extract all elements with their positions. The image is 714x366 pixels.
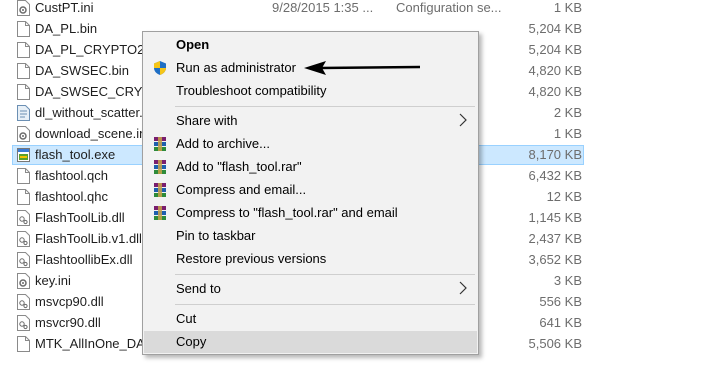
chevron-right-icon	[459, 281, 467, 295]
file-name: FlashtoollibEx.dll	[35, 252, 133, 267]
menu-item-compress-and-email[interactable]: Compress and email...	[144, 179, 477, 201]
file-size: 556 KB	[539, 294, 582, 309]
file-name: flashtool.qhc	[35, 189, 108, 204]
file-icon	[17, 189, 30, 205]
file-size: 5,204 KB	[528, 21, 583, 36]
menu-item-restore-previous-versions[interactable]: Restore previous versions	[144, 248, 477, 270]
menu-item-troubleshoot-compatibility[interactable]: Troubleshoot compatibility	[144, 80, 477, 102]
file-icon	[17, 336, 30, 352]
file-size: 6,432 KB	[528, 168, 583, 183]
menu-item-pin-to-taskbar[interactable]: Pin to taskbar	[144, 225, 477, 247]
file-size: 1,145 KB	[528, 210, 583, 225]
settings-file-icon	[17, 126, 30, 142]
file-icon	[17, 168, 30, 184]
uac-shield-icon	[154, 61, 166, 75]
winrar-icon	[154, 206, 166, 220]
file-icon	[17, 84, 30, 100]
settings-file-icon	[17, 273, 30, 289]
file-size: 3,652 KB	[528, 252, 583, 267]
file-icon	[17, 63, 30, 79]
file-name: key.ini	[35, 273, 71, 288]
annotation-arrow-icon	[304, 61, 421, 75]
file-size: 1 KB	[553, 126, 582, 141]
file-name: DA_SWSEC.bin	[35, 63, 129, 78]
menu-label-restore-previous-versions: Restore previous versions	[176, 251, 327, 266]
file-row[interactable]: CustPT.ini 9/28/2015 1:35 ... Configuratio…	[0, 0, 714, 19]
file-size: 1 KB	[553, 0, 582, 15]
menu-label-run-as-administrator: Run as administrator	[176, 60, 296, 75]
menu-label-compress-and-email: Compress and email...	[176, 182, 307, 197]
menu-label-add-to-archive: Add to archive...	[176, 136, 270, 151]
menu-item-open[interactable]: Open	[144, 34, 477, 56]
menu-item-send-to[interactable]: Send to	[144, 278, 477, 300]
menu-separator	[175, 106, 475, 107]
file-name: FlashToolLib.v1.dll	[35, 231, 142, 246]
file-name: msvcr90.dll	[35, 315, 101, 330]
dll-file-icon	[17, 315, 30, 331]
file-size: 12 KB	[546, 189, 582, 204]
menu-item-add-to-rar[interactable]: Add to "flash_tool.rar"	[144, 156, 477, 178]
menu-separator	[175, 304, 475, 305]
menu-label-pin-to-taskbar: Pin to taskbar	[176, 228, 256, 243]
script-file-icon	[17, 105, 30, 121]
menu-label-open: Open	[176, 37, 210, 52]
menu-label-copy: Copy	[176, 334, 207, 349]
dll-file-icon	[17, 231, 30, 247]
file-size: 4,820 KB	[528, 63, 583, 78]
chevron-right-icon	[459, 113, 467, 127]
file-size: 3 KB	[553, 273, 582, 288]
menu-label-cut: Cut	[176, 311, 197, 326]
menu-label-add-to-rar: Add to "flash_tool.rar"	[176, 159, 302, 174]
settings-file-icon	[17, 0, 30, 16]
file-name: CustPT.ini	[35, 0, 94, 15]
winrar-icon	[154, 160, 166, 174]
menu-item-add-to-archive[interactable]: Add to archive...	[144, 133, 477, 155]
dll-file-icon	[17, 210, 30, 226]
file-size: 5,204 KB	[528, 42, 583, 57]
menu-item-cut[interactable]: Cut	[144, 308, 477, 330]
file-name: MTK_AllInOne_DA.	[35, 336, 149, 351]
dll-file-icon	[17, 294, 30, 310]
file-name: msvcp90.dll	[35, 294, 104, 309]
file-icon	[17, 42, 30, 58]
winrar-icon	[154, 137, 166, 151]
file-name: FlashToolLib.dll	[35, 210, 125, 225]
file-name: DA_PL.bin	[35, 21, 98, 36]
menu-item-copy[interactable]: Copy	[144, 331, 477, 353]
file-type: Configuration se...	[396, 0, 502, 15]
file-size: 4,820 KB	[528, 84, 583, 99]
file-size: 2 KB	[553, 105, 582, 120]
file-size: 8,170 KB	[528, 147, 583, 162]
file-size: 5,506 KB	[528, 336, 583, 351]
dll-file-icon	[17, 252, 30, 268]
menu-separator	[175, 274, 475, 275]
menu-label-share-with: Share with	[176, 113, 238, 128]
menu-label-compress-rar-and-email: Compress to "flash_tool.rar" and email	[176, 205, 398, 220]
exe-icon	[17, 147, 30, 163]
menu-label-troubleshoot: Troubleshoot compatibility	[176, 83, 327, 98]
menu-item-share-with[interactable]: Share with	[144, 110, 477, 132]
file-size: 641 KB	[539, 315, 582, 330]
file-date: 9/28/2015 1:35 ...	[272, 0, 374, 15]
menu-label-send-to: Send to	[176, 281, 221, 296]
file-icon	[17, 21, 30, 37]
file-size: 2,437 KB	[528, 231, 583, 246]
menu-item-compress-rar-and-email[interactable]: Compress to "flash_tool.rar" and email	[144, 202, 477, 224]
file-name: flash_tool.exe	[35, 147, 116, 162]
file-name: dl_without_scatter.	[35, 105, 143, 120]
file-name: flashtool.qch	[35, 168, 108, 183]
file-name: DA_SWSEC_CRYPT	[35, 84, 160, 99]
file-name: download_scene.in	[35, 126, 147, 141]
winrar-icon	[154, 183, 166, 197]
